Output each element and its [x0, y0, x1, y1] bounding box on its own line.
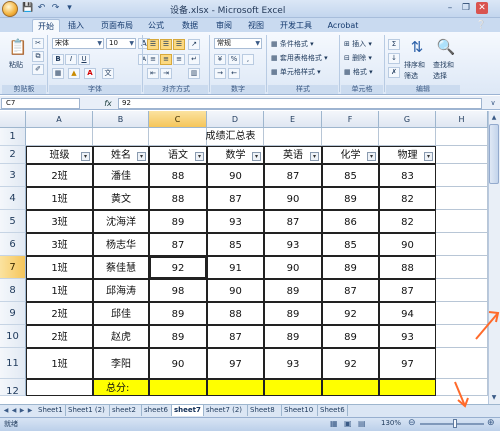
annotation-arrow-bottom [454, 381, 469, 408]
annotation-arrow-right [475, 311, 500, 340]
annotation-arrows [454, 311, 500, 408]
